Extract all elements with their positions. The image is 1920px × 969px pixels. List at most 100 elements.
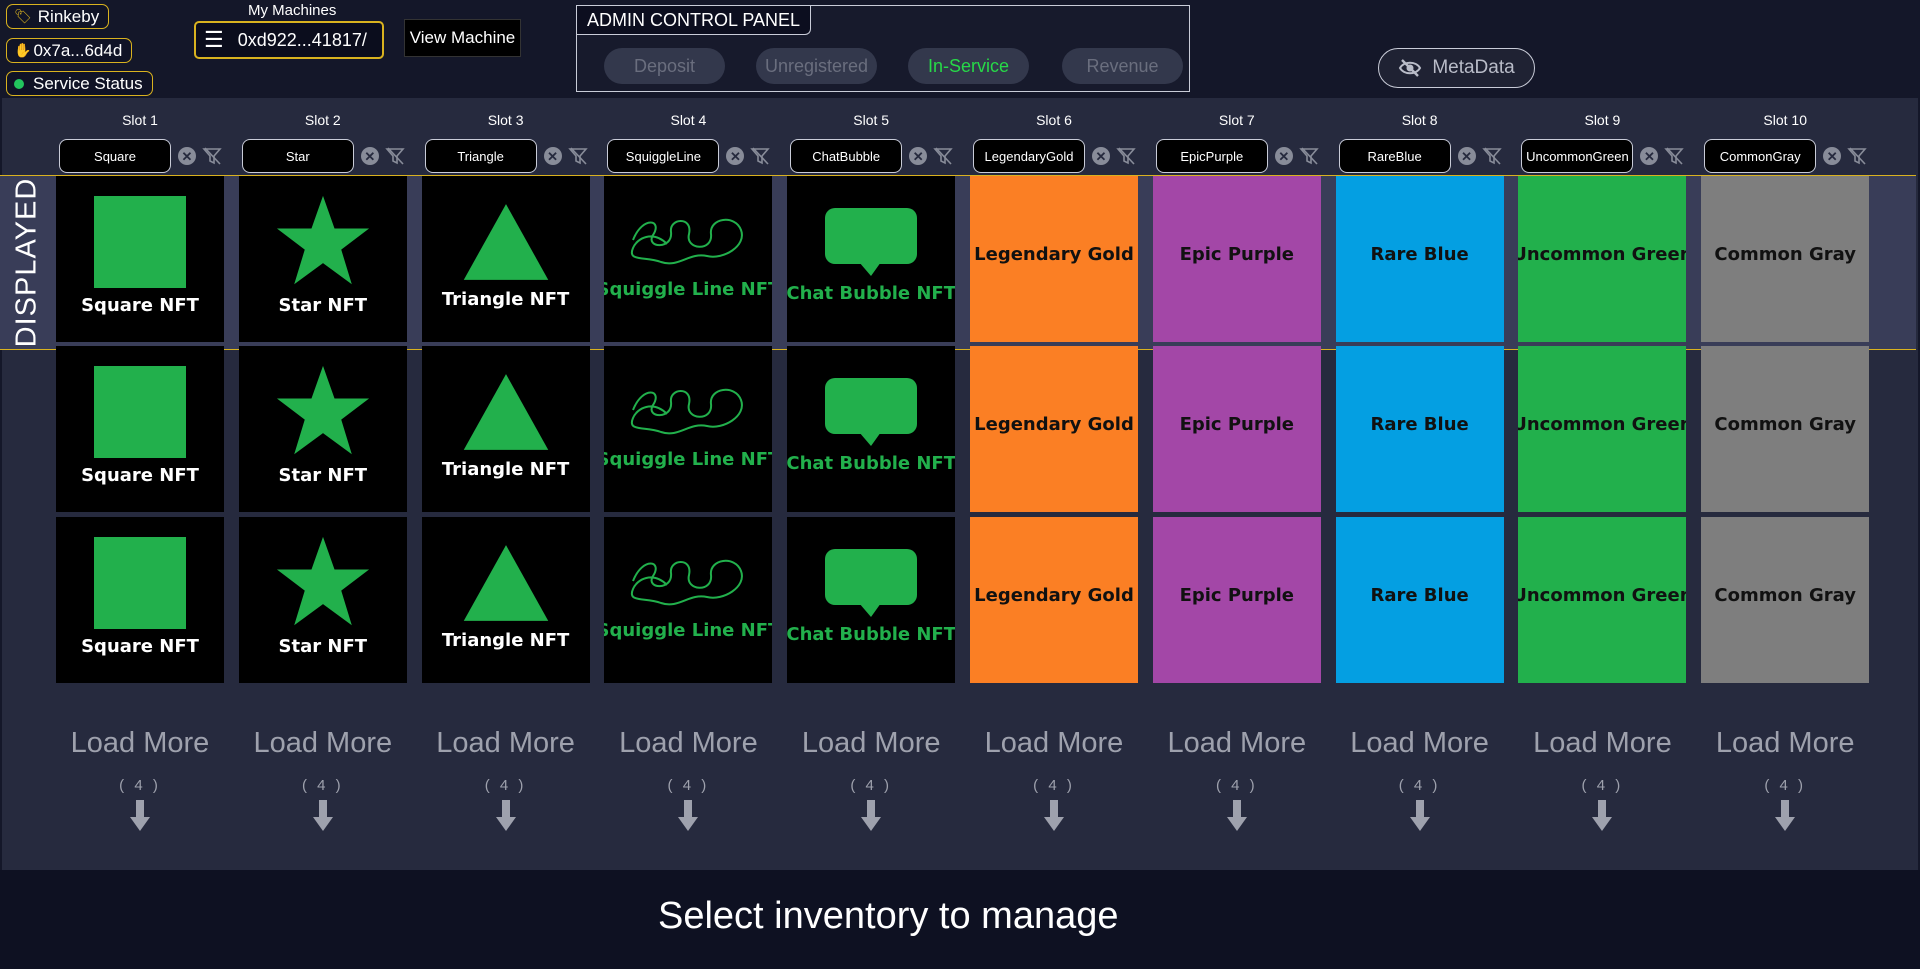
slot-filter-input[interactable]: ChatBubble (790, 139, 903, 173)
load-more-button[interactable]: Load More (422, 727, 590, 760)
nft-name: Square NFT (81, 636, 199, 657)
displayed-nft-card[interactable]: Uncommon Green (1518, 176, 1687, 342)
load-more-button[interactable]: Load More (239, 727, 407, 760)
load-more-button[interactable]: Load More (970, 727, 1138, 760)
load-more-button[interactable]: Load More (1518, 727, 1686, 760)
tab-unregistered[interactable]: Unregistered (756, 48, 877, 84)
filter-off-icon[interactable] (750, 147, 771, 165)
inventory-nft-card[interactable]: Uncommon Green (1518, 517, 1687, 683)
slot-filter-input[interactable]: LegendaryGold (973, 139, 1085, 173)
load-more-button[interactable]: Load More (1336, 727, 1504, 760)
clear-filter-icon[interactable]: ✕ (178, 147, 196, 165)
slot-filter-actions: ✕ (909, 147, 953, 165)
arrow-down-icon[interactable] (604, 800, 772, 832)
inventory-nft-card[interactable]: Rare Blue (1335, 517, 1504, 683)
inventory-nft-card[interactable]: Uncommon Green (1518, 346, 1687, 512)
load-more-button[interactable]: Load More (604, 727, 772, 760)
load-more-button[interactable]: Load More (787, 727, 955, 760)
network-badge[interactable]: 🏷 Rinkeby (6, 4, 110, 29)
inventory-nft-card[interactable]: Rare Blue (1335, 346, 1504, 512)
filter-off-icon[interactable] (1847, 147, 1867, 165)
inventory-nft-card[interactable]: Common Gray (1701, 346, 1870, 512)
filter-off-icon[interactable] (1664, 147, 1685, 165)
arrow-down-icon[interactable] (422, 800, 590, 832)
nft-name: Legendary Gold (974, 413, 1134, 435)
slot-filter-input[interactable]: Triangle (424, 139, 537, 173)
tab-revenue[interactable]: Revenue (1062, 48, 1183, 84)
inventory-nft-card[interactable]: Star NFT (238, 346, 407, 512)
inventory-nft-card[interactable]: Square NFT (56, 517, 224, 683)
displayed-nft-card[interactable]: Chat Bubble NFT (787, 176, 956, 342)
clear-filter-icon[interactable]: ✕ (909, 147, 928, 165)
inventory-nft-card[interactable]: Common Gray (1701, 517, 1870, 683)
metadata-label: MetaData (1432, 57, 1515, 78)
inventory-nft-card[interactable]: Chat Bubble NFT (787, 346, 956, 512)
metadata-toggle-button[interactable]: MetaData (1378, 48, 1535, 88)
nft-name: Rare Blue (1370, 413, 1469, 435)
slot-filter-input[interactable]: Square (59, 139, 171, 173)
filter-off-icon[interactable] (1116, 147, 1136, 165)
filter-off-icon[interactable] (1299, 147, 1319, 165)
arrow-down-icon[interactable] (1701, 800, 1869, 832)
view-machine-button[interactable]: View Machine (404, 19, 521, 57)
filter-off-icon[interactable] (202, 147, 222, 165)
inventory-nft-card[interactable]: Legendary Gold (970, 346, 1138, 512)
filter-off-icon[interactable] (1481, 147, 1502, 165)
arrow-down-icon[interactable] (239, 800, 407, 832)
inventory-nft-card[interactable]: Epic Purple (1152, 346, 1321, 512)
arrow-down-icon[interactable] (787, 800, 955, 832)
clear-filter-icon[interactable]: ✕ (726, 147, 745, 165)
displayed-nft-card[interactable]: Epic Purple (1152, 176, 1321, 342)
inventory-nft-card[interactable]: Epic Purple (1152, 517, 1321, 683)
nft-name: Epic Purple (1179, 243, 1295, 265)
load-more-button[interactable]: Load More (1153, 727, 1321, 760)
load-more-button[interactable]: Load More (1701, 727, 1869, 760)
inventory-nft-card[interactable]: Triangle NFT (421, 346, 590, 512)
tab-in-service[interactable]: In-Service (908, 48, 1029, 84)
machine-select[interactable]: ☰ 0xd922...41817/ (194, 21, 384, 59)
hamburger-menu-icon[interactable]: ☰ (204, 29, 224, 51)
displayed-nft-card[interactable]: Star NFT (238, 176, 407, 342)
slot-filter-actions: ✕ (1274, 147, 1319, 165)
filter-off-icon[interactable] (385, 147, 405, 165)
clear-filter-icon[interactable]: ✕ (360, 147, 379, 165)
slot-filter-input[interactable]: RareBlue (1338, 139, 1451, 173)
service-status-badge[interactable]: Service Status (6, 71, 153, 96)
inventory-nft-card[interactable]: Triangle NFT (421, 517, 590, 683)
inventory-nft-card[interactable]: Square NFT (56, 346, 224, 512)
inventory-nft-card[interactable]: Star NFT (238, 517, 407, 683)
displayed-nft-card[interactable]: Legendary Gold (970, 176, 1138, 342)
slot-filter-input[interactable]: CommonGray (1704, 139, 1817, 173)
slot-filter-input[interactable]: EpicPurple (1155, 139, 1268, 173)
clear-filter-icon[interactable]: ✕ (1274, 147, 1293, 165)
clear-filter-icon[interactable]: ✕ (1457, 147, 1476, 165)
arrow-down-icon[interactable] (1336, 800, 1504, 832)
inventory-nft-card[interactable]: Chat Bubble NFT (787, 517, 956, 683)
arrow-down-icon[interactable] (56, 800, 224, 832)
wallet-badge[interactable]: ✋ 0x7a...6d4d (6, 38, 133, 63)
displayed-nft-card[interactable]: Common Gray (1701, 176, 1870, 342)
filter-off-icon[interactable] (567, 147, 588, 165)
arrow-down-icon[interactable] (1153, 800, 1321, 832)
wallet-address: 0x7a...6d4d (33, 40, 123, 60)
clear-filter-icon[interactable]: ✕ (543, 147, 562, 165)
load-more-button[interactable]: Load More (56, 727, 224, 760)
clear-filter-icon[interactable]: ✕ (1092, 147, 1110, 165)
clear-filter-icon[interactable]: ✕ (1640, 147, 1659, 165)
displayed-nft-card[interactable]: Square NFT (56, 176, 224, 342)
arrow-down-icon[interactable] (1518, 800, 1686, 832)
filter-off-icon[interactable] (933, 147, 953, 165)
displayed-nft-card[interactable]: Triangle NFT (421, 176, 590, 342)
slot-filter-input[interactable]: SquiggleLine (607, 139, 720, 173)
slot-filter-input[interactable]: Star (241, 139, 354, 173)
clear-filter-icon[interactable]: ✕ (1823, 147, 1842, 165)
inventory-nft-card[interactable]: Squiggle Line NFT (604, 346, 773, 512)
tab-deposit[interactable]: Deposit (604, 48, 725, 84)
inventory-nft-card[interactable]: Squiggle Line NFT (604, 517, 773, 683)
slot-filter-input[interactable]: UncommonGreen (1521, 139, 1634, 173)
inventory-nft-card[interactable]: Legendary Gold (970, 517, 1138, 683)
arrow-down-icon[interactable] (970, 800, 1138, 832)
load-more-count: ( 4 ) (1033, 777, 1075, 794)
displayed-nft-card[interactable]: Rare Blue (1335, 176, 1504, 342)
displayed-nft-card[interactable]: Squiggle Line NFT (604, 176, 773, 342)
